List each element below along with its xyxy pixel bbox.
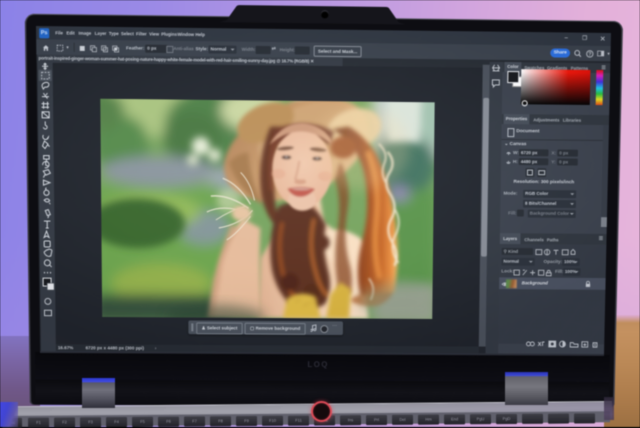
svg-text:?: ? xyxy=(588,52,591,58)
